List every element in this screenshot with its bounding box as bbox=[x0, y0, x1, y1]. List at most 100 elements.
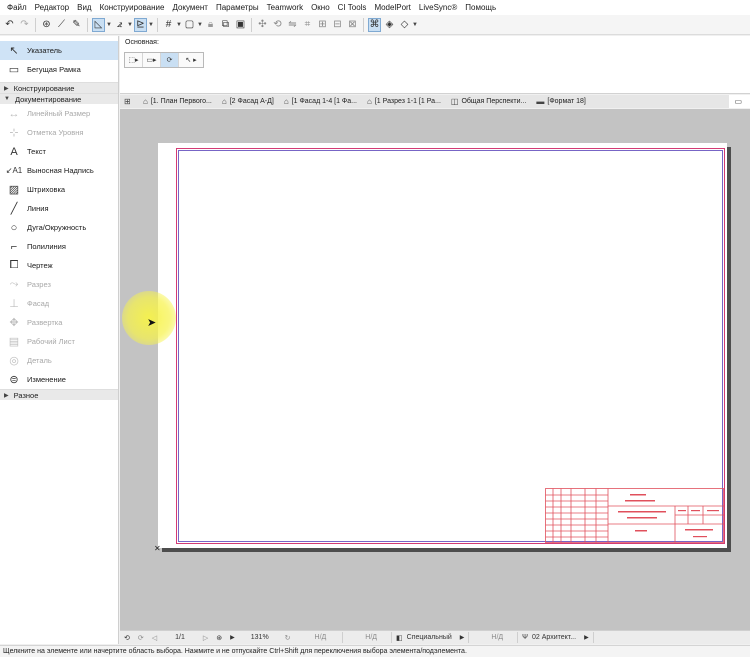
perspective-toolbar-icon[interactable]: ◇ bbox=[398, 18, 411, 32]
menu-design[interactable]: Конструирование bbox=[96, 3, 169, 12]
status-bar: Щелкните на элементе или начертите облас… bbox=[0, 645, 750, 657]
polygon-mode-icon[interactable]: ▭▸ bbox=[143, 53, 161, 67]
pencil-icon[interactable]: ✎ bbox=[70, 18, 83, 32]
syringe-icon[interactable]: ⟋ bbox=[55, 18, 68, 32]
menu-file[interactable]: Файл bbox=[3, 3, 31, 12]
menu-window[interactable]: Окно bbox=[307, 3, 334, 12]
tool-detail[interactable]: ◎ Деталь bbox=[0, 351, 118, 370]
pen-set-value[interactable]: Н/Д bbox=[469, 634, 517, 641]
tool-interior-elevation[interactable]: ✥ Развертка bbox=[0, 313, 118, 332]
scale-value[interactable]: Н/Д bbox=[343, 634, 391, 641]
tool-arc[interactable]: ○ Дуга/Окружность bbox=[0, 218, 118, 237]
tool-marquee[interactable]: ▭ Бегущая Рамка bbox=[0, 60, 118, 79]
tab-perspective[interactable]: ◫ Общая Перспекти... bbox=[446, 95, 532, 108]
chevron-down-icon[interactable]: ▼ bbox=[176, 22, 182, 28]
angle-icon[interactable]: ⦨ bbox=[113, 18, 126, 32]
render-icon[interactable]: ◈ bbox=[383, 18, 396, 32]
tool-label[interactable]: ↙A1 Выносная Надпись bbox=[0, 161, 118, 180]
marquee-mode-icon[interactable]: ⬚▸ bbox=[125, 53, 143, 67]
tool-change[interactable]: ⊜ Изменение bbox=[0, 370, 118, 389]
next-page-icon[interactable]: ▷ bbox=[199, 634, 212, 642]
model-view-icon[interactable]: Ψ bbox=[518, 634, 532, 641]
prev-page-icon[interactable]: ◁ bbox=[148, 634, 161, 642]
tool-line[interactable]: ╱ Линия bbox=[0, 199, 118, 218]
tab-current[interactable]: ▭ bbox=[729, 95, 750, 108]
suspend-icon[interactable]: ▣ bbox=[234, 18, 247, 32]
layer-combination[interactable]: Специальный bbox=[407, 634, 456, 641]
tool-text[interactable]: A Текст bbox=[0, 142, 118, 161]
menu-document[interactable]: Документ bbox=[168, 3, 212, 12]
tab-section-1-1[interactable]: ⌂ [1 Разрез 1-1 [1 Ра... bbox=[362, 95, 446, 108]
frame-icon[interactable]: ▢ bbox=[183, 18, 196, 32]
eyedropper-icon[interactable]: ⊛ bbox=[40, 18, 53, 32]
chevron-down-icon[interactable]: ▼ bbox=[148, 22, 154, 28]
tool-section[interactable]: ⤳ Разрез bbox=[0, 275, 118, 294]
pointer-mode-icon[interactable]: ↖ ▸ bbox=[179, 53, 203, 67]
distribute-icon[interactable]: ⊟ bbox=[331, 18, 344, 32]
view-tab-bar: ⊞ ⌂ [1. План Первого... ⌂ [2 Фасад А-Д] ⌂[… bbox=[120, 95, 750, 108]
chevron-right-icon[interactable]: ▶ bbox=[226, 634, 239, 641]
tool-elevation[interactable]: ⊥ Фасад bbox=[0, 294, 118, 313]
chevron-down-icon[interactable]: ▼ bbox=[197, 22, 203, 28]
menu-options[interactable]: Параметры bbox=[212, 3, 263, 12]
section-tab-icon: ⌂ bbox=[367, 97, 372, 106]
chevron-right-icon[interactable]: ▶ bbox=[456, 634, 469, 641]
drawing-canvas[interactable]: ➤ ✕ bbox=[120, 109, 750, 630]
tool-drawing[interactable]: ⧠ Чертеж bbox=[0, 256, 118, 275]
category-construct[interactable]: ▶ Конструирование bbox=[0, 82, 118, 93]
tab-facade-a-d[interactable]: ⌂ [2 Фасад А-Д] bbox=[217, 95, 279, 108]
change-icon: ⊜ bbox=[9, 374, 19, 386]
tool-level-mark[interactable]: ⊹ Отметка Уровня bbox=[0, 123, 118, 142]
history-forward-icon[interactable]: ⟳ bbox=[134, 634, 148, 642]
offset-icon[interactable]: ⌗ bbox=[301, 18, 314, 32]
tool-worksheet[interactable]: ▤ Рабочий Лист bbox=[0, 332, 118, 351]
menu-livesync[interactable]: LiveSync® bbox=[415, 3, 461, 12]
zoom-icon[interactable]: ⊛ bbox=[212, 634, 226, 642]
mirror-icon[interactable]: ⇋ bbox=[286, 18, 299, 32]
3d-view-icon[interactable]: ⌘ bbox=[368, 17, 381, 32]
chevron-down-icon[interactable]: ▼ bbox=[412, 22, 418, 28]
rotated-mode-icon[interactable]: ⟳ bbox=[161, 53, 179, 67]
grid-icon[interactable]: # bbox=[162, 18, 175, 32]
interior-elevation-icon: ✥ bbox=[9, 317, 19, 329]
magic-wand-icon[interactable]: ✣ bbox=[256, 18, 269, 32]
tool-arrow[interactable]: ↖ Указатель bbox=[0, 41, 118, 60]
marquee-icon: ▭ bbox=[8, 64, 20, 76]
tab-facade-1-4[interactable]: ⌂ [1 Фасад 1-4 [1 Фа... bbox=[279, 95, 362, 108]
tool-dimension[interactable]: ↔ Линейный Размер bbox=[0, 104, 118, 123]
history-back-icon[interactable]: ⟲ bbox=[120, 634, 134, 642]
menu-view[interactable]: Вид bbox=[73, 3, 95, 12]
category-document[interactable]: ▼ Документирование bbox=[0, 93, 118, 104]
undo-icon[interactable]: ↶ bbox=[3, 18, 16, 32]
line-icon: ╱ bbox=[10, 203, 18, 215]
model-view-option[interactable]: 02 Архитект... bbox=[532, 634, 580, 641]
menu-help[interactable]: Помощь bbox=[461, 3, 500, 12]
tab-layout-18[interactable]: ▬ [Формат 18] bbox=[531, 95, 591, 108]
chevron-right-icon[interactable]: ▶ bbox=[580, 634, 593, 641]
layer-icon[interactable]: ⊵ bbox=[134, 17, 147, 32]
category-misc[interactable]: ▶ Разное bbox=[0, 389, 118, 400]
orientation-icon[interactable]: ↻ bbox=[281, 634, 295, 642]
chevron-down-icon[interactable]: ▼ bbox=[127, 22, 133, 28]
angle-value[interactable]: Н/Д bbox=[295, 634, 343, 641]
group-icon[interactable]: ⧉ bbox=[219, 18, 232, 32]
align-icon[interactable]: ⊞ bbox=[316, 18, 329, 32]
rotate-icon[interactable]: ⟲ bbox=[271, 18, 284, 32]
snap-guide-icon[interactable]: ◺ bbox=[92, 17, 105, 32]
menu-modelport[interactable]: ModelPort bbox=[370, 3, 414, 12]
tool-polyline[interactable]: ⌐ Полилиния bbox=[0, 237, 118, 256]
trace-icon[interactable]: ⊠ bbox=[346, 18, 359, 32]
redo-icon[interactable]: ↷ bbox=[18, 18, 31, 32]
layer-combo-icon[interactable]: ◧ bbox=[392, 634, 407, 642]
tab-floor-plan[interactable]: ⌂ [1. План Первого... bbox=[138, 95, 217, 108]
chevron-down-icon[interactable]: ▼ bbox=[106, 22, 112, 28]
tab-overview[interactable]: ⊞ bbox=[120, 95, 138, 108]
zoom-level[interactable]: 131% bbox=[239, 634, 281, 641]
tool-hatch[interactable]: ▨ Штриховка bbox=[0, 180, 118, 199]
menu-ci-tools[interactable]: CI Tools bbox=[334, 3, 371, 12]
category-label: Документирование bbox=[14, 94, 82, 104]
lock-icon[interactable]: 🔒︎ bbox=[204, 18, 217, 32]
arc-icon: ○ bbox=[10, 221, 18, 234]
menu-edit[interactable]: Редактор bbox=[31, 3, 73, 12]
menu-teamwork[interactable]: Teamwork bbox=[263, 3, 307, 12]
